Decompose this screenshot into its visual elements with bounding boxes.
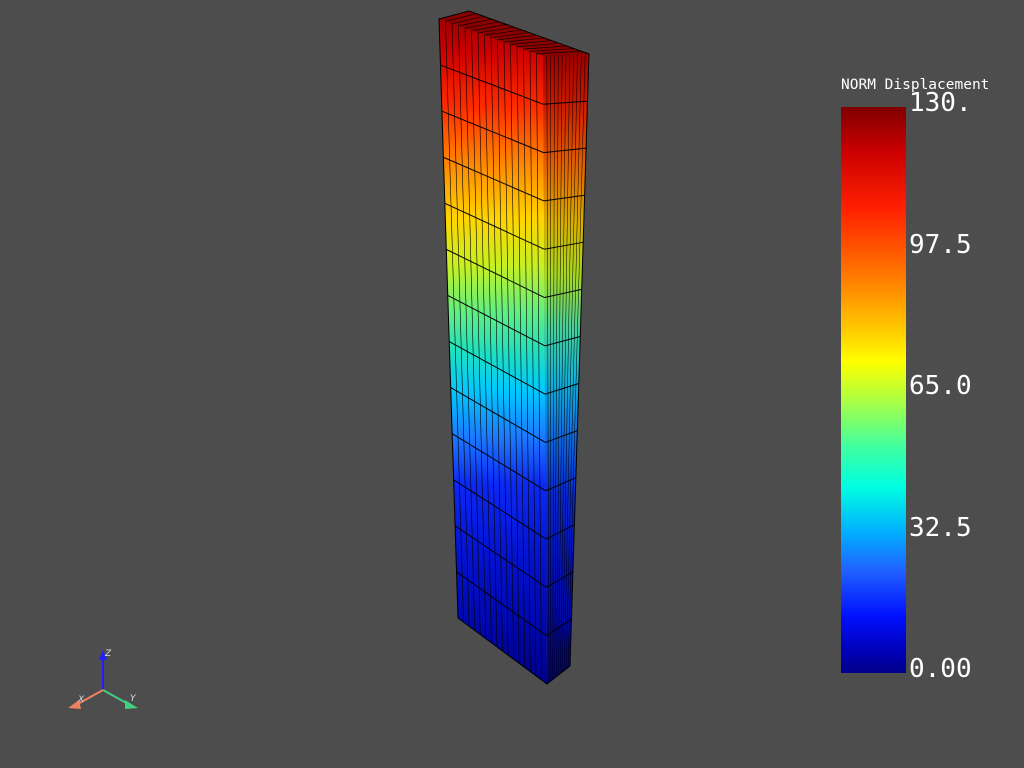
x-axis-label: X xyxy=(77,695,85,705)
scalar-bar-label-min: 0.00 xyxy=(909,654,972,684)
scalar-bar-label-max: 130. xyxy=(909,88,972,118)
scalar-bar-gradient xyxy=(841,107,906,673)
scalar-bar-label-mid: 65.0 xyxy=(909,371,972,401)
orientation-axes: Z X Y xyxy=(68,649,138,709)
scalar-bar-legend: NORM Displacement 130. 97.5 65.0 32.5 0.… xyxy=(840,76,1024,686)
scalar-bar-label-lower: 32.5 xyxy=(909,513,972,543)
y-axis-label: Y xyxy=(130,694,137,704)
beam-mesh xyxy=(438,10,590,685)
scalar-bar-label-upper: 97.5 xyxy=(909,230,972,260)
z-axis-label: Z xyxy=(104,649,112,659)
